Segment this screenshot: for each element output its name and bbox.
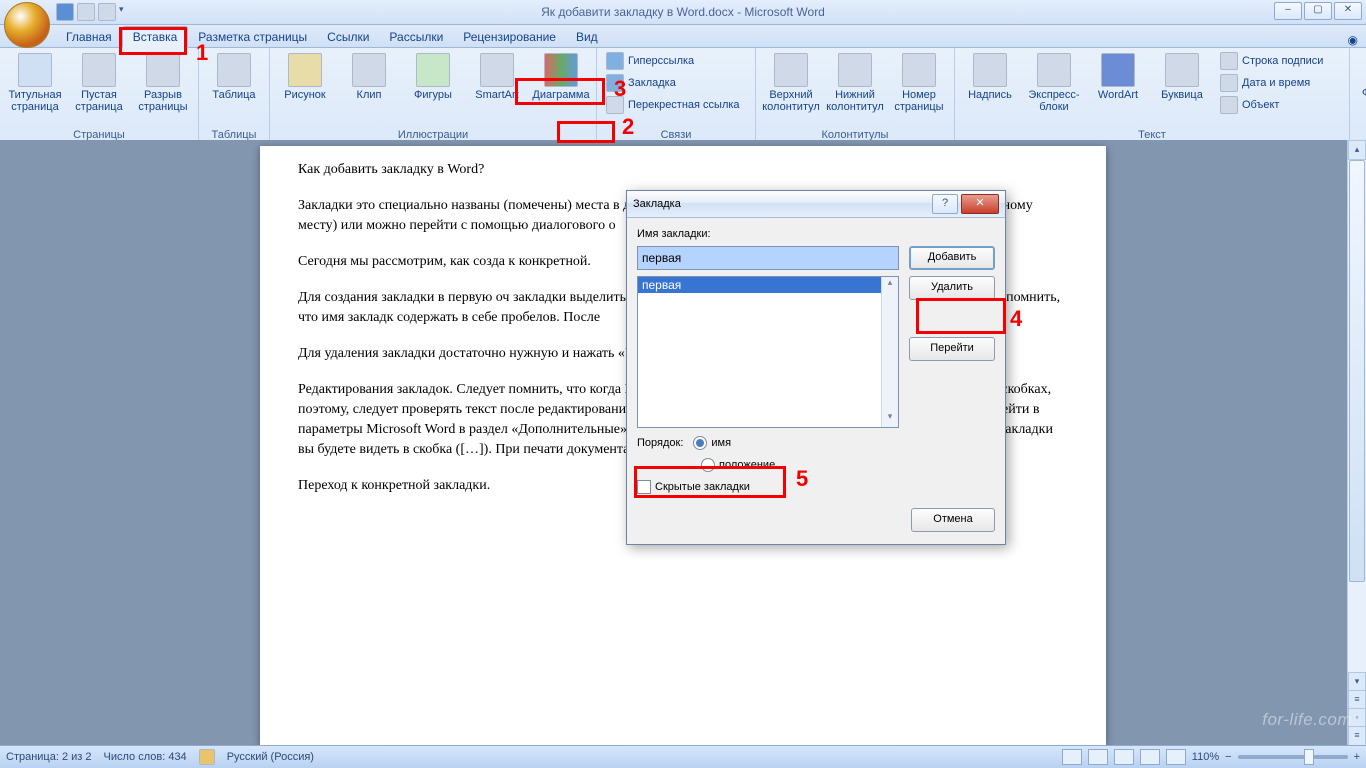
goto-bookmark-button[interactable]: Перейти xyxy=(909,337,995,361)
tab-mailings[interactable]: Рассылки xyxy=(379,27,453,47)
group-symbols: πФормула ΩСимвол Символы xyxy=(1350,48,1366,142)
footer-button[interactable]: Нижний колонтитул xyxy=(824,50,886,114)
scrollbar-thumb[interactable] xyxy=(1349,160,1365,582)
prev-page-button[interactable]: ≡ xyxy=(1348,690,1366,710)
undo-icon[interactable] xyxy=(77,3,95,21)
doc-paragraph: Как добавить закладку в Word? xyxy=(298,160,1068,180)
textbox-button[interactable]: Надпись xyxy=(959,50,1021,102)
cross-reference-button[interactable]: Перекрестная ссылка xyxy=(601,94,745,116)
status-language[interactable]: Русский (Россия) xyxy=(227,751,314,763)
globe-icon xyxy=(606,52,624,70)
group-tables: Таблица Таблицы xyxy=(199,48,270,142)
sort-label: Порядок: xyxy=(637,437,683,449)
draft-view-button[interactable] xyxy=(1166,749,1186,765)
page-number-button[interactable]: Номер страницы xyxy=(888,50,950,114)
redo-icon[interactable] xyxy=(98,3,116,21)
tab-references[interactable]: Ссылки xyxy=(317,27,379,47)
bookmark-icon xyxy=(606,74,624,92)
statusbar: Страница: 2 из 2 Число слов: 434 Русский… xyxy=(0,745,1366,768)
clipart-button[interactable]: Клип xyxy=(338,50,400,102)
wordart-button[interactable]: WordArt xyxy=(1087,50,1149,102)
zoom-in-button[interactable]: + xyxy=(1354,751,1360,763)
dropcap-button[interactable]: Буквица xyxy=(1151,50,1213,102)
group-illustrations: Рисунок Клип Фигуры SmartArt Диаграмма И… xyxy=(270,48,597,142)
calendar-icon xyxy=(1220,74,1238,92)
date-time-button[interactable]: Дата и время xyxy=(1215,72,1345,94)
tab-home[interactable]: Главная xyxy=(56,27,122,47)
print-layout-view-button[interactable] xyxy=(1062,749,1082,765)
tab-page-layout[interactable]: Разметка страницы xyxy=(188,27,317,47)
signature-line-button[interactable]: Строка подписи xyxy=(1215,50,1345,72)
zoom-out-button[interactable]: − xyxy=(1225,751,1231,763)
chart-button[interactable]: Диаграмма xyxy=(530,50,592,102)
zoom-slider-handle[interactable] xyxy=(1304,749,1314,765)
save-icon[interactable] xyxy=(56,3,74,21)
header-button[interactable]: Верхний колонтитул xyxy=(760,50,822,114)
bookmark-name-label: Имя закладки: xyxy=(637,228,995,240)
next-page-button[interactable]: ≡ xyxy=(1348,726,1366,746)
hyperlink-button[interactable]: Гиперссылка xyxy=(601,50,745,72)
bookmark-dialog: Закладка ? ✕ Имя закладки: Добавить перв… xyxy=(626,190,1006,545)
status-word-count[interactable]: Число слов: 434 xyxy=(104,751,187,763)
dialog-title: Закладка xyxy=(633,198,681,210)
ribbon-help-icon[interactable]: ◉ xyxy=(1348,33,1358,47)
scroll-up-button[interactable]: ▴ xyxy=(1348,140,1366,160)
crossref-icon xyxy=(606,96,624,114)
status-page[interactable]: Страница: 2 из 2 xyxy=(6,751,92,763)
dialog-titlebar[interactable]: Закладка ? ✕ xyxy=(627,191,1005,218)
maximize-button[interactable]: ▢ xyxy=(1304,2,1332,20)
sort-by-name-radio[interactable] xyxy=(693,436,707,450)
blank-page-button[interactable]: Пустая страница xyxy=(68,50,130,114)
table-button[interactable]: Таблица xyxy=(203,50,265,102)
group-links: Гиперссылка Закладка Перекрестная ссылка… xyxy=(597,48,756,142)
page-break-button[interactable]: Разрыв страницы xyxy=(132,50,194,114)
dialog-close-button[interactable]: ✕ xyxy=(961,194,999,214)
cover-page-button[interactable]: Титульная страница xyxy=(4,50,66,114)
zoom-slider[interactable] xyxy=(1238,755,1348,759)
bookmark-list[interactable]: первая ▴▾ xyxy=(637,276,899,428)
signature-icon xyxy=(1220,52,1238,70)
tab-view[interactable]: Вид xyxy=(566,27,608,47)
group-text: Надпись Экспресс-блоки WordArt Буквица С… xyxy=(955,48,1350,142)
group-pages: Титульная страница Пустая страница Разры… xyxy=(0,48,199,142)
tab-insert[interactable]: Вставка xyxy=(122,26,189,48)
equation-button[interactable]: πФормула xyxy=(1354,50,1366,100)
web-layout-view-button[interactable] xyxy=(1114,749,1134,765)
close-button[interactable]: ✕ xyxy=(1334,2,1362,20)
group-header-footer: Верхний колонтитул Нижний колонтитул Ном… xyxy=(756,48,955,142)
ribbon-tabs: Главная Вставка Разметка страницы Ссылки… xyxy=(0,25,1366,48)
window-title: Як добавити закладку в Word.docx - Micro… xyxy=(0,5,1366,19)
object-button[interactable]: Объект xyxy=(1215,94,1345,116)
browse-object-button[interactable]: ◦ xyxy=(1348,708,1366,728)
list-scrollbar[interactable]: ▴▾ xyxy=(881,277,898,427)
titlebar: ▾ Як добавити закладку в Word.docx - Mic… xyxy=(0,0,1366,25)
bookmark-button[interactable]: Закладка xyxy=(601,72,745,94)
ribbon: Титульная страница Пустая страница Разры… xyxy=(0,48,1366,143)
delete-bookmark-button[interactable]: Удалить xyxy=(909,276,995,300)
outline-view-button[interactable] xyxy=(1140,749,1160,765)
hidden-bookmarks-checkbox[interactable] xyxy=(637,480,651,494)
zoom-level[interactable]: 110% xyxy=(1192,751,1219,763)
office-button[interactable] xyxy=(4,2,50,48)
tab-review[interactable]: Рецензирование xyxy=(453,27,566,47)
list-item[interactable]: первая xyxy=(638,277,898,293)
add-bookmark-button[interactable]: Добавить xyxy=(909,246,995,270)
scroll-down-button[interactable]: ▾ xyxy=(1348,672,1366,692)
smartart-button[interactable]: SmartArt xyxy=(466,50,528,102)
dialog-help-button[interactable]: ? xyxy=(932,194,958,214)
bookmark-name-input[interactable] xyxy=(637,246,899,270)
cancel-button[interactable]: Отмена xyxy=(911,508,995,532)
quick-parts-button[interactable]: Экспресс-блоки xyxy=(1023,50,1085,114)
picture-button[interactable]: Рисунок xyxy=(274,50,336,102)
minimize-button[interactable]: – xyxy=(1274,2,1302,20)
proofing-icon[interactable] xyxy=(199,749,215,765)
vertical-scrollbar[interactable]: ▴ ▾ ≡ ◦ ≡ xyxy=(1347,140,1366,746)
quick-access-toolbar: ▾ xyxy=(56,0,135,24)
sort-by-position-radio[interactable] xyxy=(701,458,715,472)
qat-dropdown-icon[interactable]: ▾ xyxy=(119,4,135,20)
object-icon xyxy=(1220,96,1238,114)
full-screen-view-button[interactable] xyxy=(1088,749,1108,765)
shapes-button[interactable]: Фигуры xyxy=(402,50,464,102)
